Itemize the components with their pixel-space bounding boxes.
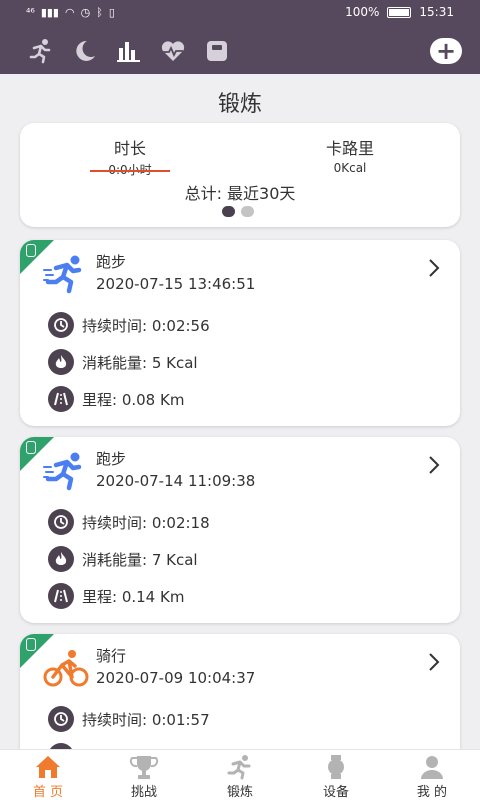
total-period: 总计: 最近30天 (184, 184, 296, 203)
running-icon (43, 255, 82, 294)
sleep-category-icon[interactable] (72, 38, 98, 64)
road-icon (48, 583, 74, 609)
running-category-icon[interactable] (28, 38, 54, 64)
clock: 15:31 (419, 5, 454, 19)
calorie-value: 0Kcal (333, 161, 367, 175)
weight-category-icon[interactable] (204, 38, 230, 64)
tab-device-label: 设备 (322, 785, 349, 800)
calorie-label: 卡路里 (325, 139, 374, 158)
record-datetime: 2020-07-14 11:09:38 (96, 472, 256, 490)
category-tabs (28, 38, 230, 64)
energy-row: 消耗能量: 5 Kcal (48, 349, 198, 375)
duration-label: 时长 (113, 139, 146, 158)
watch-icon (328, 755, 344, 779)
duration-row: 持续时间: 0:02:56 (48, 312, 210, 338)
energy-row: 消耗能量: 7 Kcal (48, 546, 198, 572)
battery-percent: 100% (345, 5, 380, 19)
tab-exercise-label: 锻炼 (226, 785, 253, 800)
home-icon (36, 756, 60, 778)
watch-icon (26, 638, 36, 651)
profile-icon (421, 756, 443, 779)
running-icon (43, 452, 82, 491)
energy-text: 消耗能量: 5 Kcal (82, 353, 198, 372)
bottom-tab-bar: 首 页 挑战 锻炼 设备 我 的 (0, 749, 480, 800)
distance-text: 里程: 0.08 Km (82, 390, 185, 409)
tab-profile-label: 我 的 (416, 785, 448, 800)
distance-text: 里程: 0.14 Km (82, 587, 185, 606)
distance-row: 里程: 0.08 Km (48, 386, 184, 412)
add-button[interactable]: + (430, 38, 462, 64)
page-dot-2[interactable] (241, 206, 254, 217)
page-title: 锻炼 (217, 92, 262, 117)
distance-row: 里程: 0.14 Km (48, 583, 184, 609)
battery-icon (387, 6, 412, 18)
calorie-tab[interactable]: 卡路里 0Kcal (310, 135, 390, 175)
network-label: ⁴⁶ (26, 6, 35, 19)
sport-name: 跑步 (96, 450, 127, 468)
tab-challenge-label: 挑战 (130, 785, 157, 800)
clock-icon (48, 509, 74, 535)
top-bar: + (0, 26, 480, 74)
tab-profile[interactable]: 我 的 (384, 750, 480, 800)
tab-home[interactable]: 首 页 (0, 750, 96, 800)
duration-text: 持续时间: 0:01:57 (82, 710, 210, 729)
exercise-icon (227, 755, 251, 780)
energy-text: 消耗能量: 7 Kcal (82, 550, 198, 569)
flame-icon (48, 349, 74, 375)
watch-icon (26, 244, 36, 257)
stats-category-icon[interactable] (116, 38, 142, 64)
page-indicator[interactable] (222, 206, 254, 217)
chevron-right-icon[interactable] (428, 652, 440, 672)
active-tab-underline (90, 170, 170, 172)
summary-card: 时长 0:0小时 卡路里 0Kcal 总计: 最近30天 (20, 123, 460, 227)
road-icon (48, 386, 74, 412)
status-bar: ⁴⁶ ▮▮▮ ◠ ◷ ᛒ ▯ 100% 15:31 (0, 0, 480, 26)
cycling-icon (43, 650, 89, 687)
duration-text: 持续时间: 0:02:56 (82, 316, 210, 335)
flame-icon (48, 546, 74, 572)
chevron-right-icon[interactable] (428, 258, 440, 278)
record-datetime: 2020-07-09 10:04:37 (96, 669, 256, 687)
page-dot-1[interactable] (222, 206, 235, 217)
duration-row: 持续时间: 0:02:18 (48, 509, 210, 535)
tab-challenge[interactable]: 挑战 (96, 750, 192, 800)
record-card[interactable]: 跑步 2020-07-15 13:46:51 持续时间: 0:02:56 消耗能… (20, 240, 460, 426)
clock-icon (48, 312, 74, 338)
record-card[interactable]: 跑步 2020-07-14 11:09:38 持续时间: 0:02:18 消耗能… (20, 437, 460, 623)
clock-icon (48, 706, 74, 732)
duration-row: 持续时间: 0:01:57 (48, 706, 210, 732)
record-datetime: 2020-07-15 13:46:51 (96, 275, 256, 293)
tab-exercise[interactable]: 锻炼 (192, 750, 288, 800)
tab-home-label: 首 页 (32, 785, 64, 800)
wifi-icon: ◠ (65, 6, 75, 19)
trophy-icon (129, 756, 159, 779)
status-right: 100% 15:31 (345, 5, 454, 19)
tab-device[interactable]: 设备 (288, 750, 384, 800)
sport-name: 骑行 (96, 647, 127, 665)
vibrate-icon: ▯ (108, 6, 115, 19)
alarm-icon: ◷ (80, 6, 91, 19)
chevron-right-icon[interactable] (428, 455, 440, 475)
status-left: ⁴⁶ ▮▮▮ ◠ ◷ ᛒ ▯ (26, 6, 115, 19)
heart-rate-category-icon[interactable] (160, 38, 186, 64)
bluetooth-icon: ᛒ (96, 6, 103, 19)
signal-icon: ▮▮▮ (40, 6, 59, 19)
sport-name: 跑步 (96, 253, 127, 271)
duration-text: 持续时间: 0:02:18 (82, 513, 210, 532)
watch-icon (26, 441, 36, 454)
